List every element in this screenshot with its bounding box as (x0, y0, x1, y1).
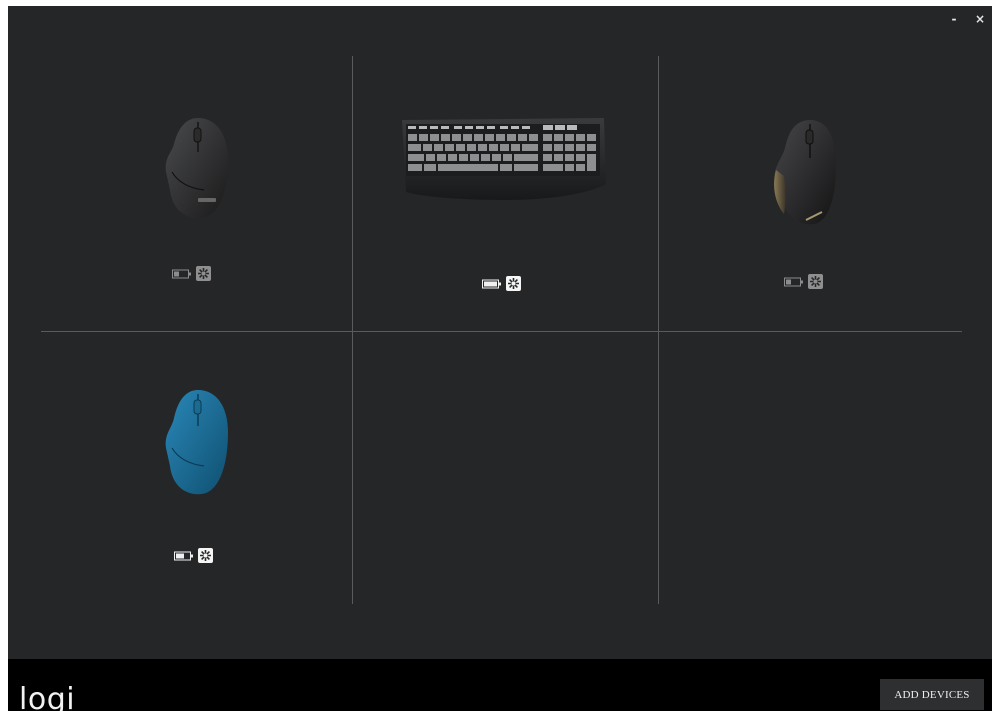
device-tile-keyboard[interactable] (394, 114, 614, 304)
minimize-button[interactable]: - (948, 12, 960, 26)
device-tile-mouse-black[interactable] (148, 106, 248, 296)
grid-divider-v2 (658, 56, 659, 604)
battery-icon (482, 279, 501, 288)
unifying-receiver-icon (506, 276, 521, 291)
unifying-receiver-icon (808, 274, 823, 289)
window-controls: - × (948, 12, 986, 26)
battery-icon (172, 269, 191, 278)
logi-logo: logi (19, 682, 76, 711)
device-tile-mouse-mx-gaming[interactable] (760, 110, 860, 300)
unifying-receiver-icon (196, 266, 211, 281)
close-button[interactable]: × (974, 12, 986, 26)
keyboard-status (482, 276, 521, 291)
grid-divider-h (41, 331, 962, 332)
unifying-receiver-icon (198, 548, 213, 563)
battery-icon (174, 551, 193, 560)
device-tile-mouse-blue[interactable] (148, 382, 248, 572)
keyboard-image (402, 118, 606, 200)
mouse-blue-image (165, 390, 228, 495)
add-devices-button[interactable]: ADD DEVICES (880, 679, 984, 710)
mouse-mx-gaming-status (784, 274, 823, 289)
mouse-black-image (165, 118, 228, 219)
options-window: - × logi ADD DEVICES (8, 6, 992, 711)
footer-bar: logi ADD DEVICES (8, 659, 992, 711)
mouse-blue-status (174, 548, 213, 563)
mouse-mx-gaming-image (774, 120, 836, 225)
battery-icon (784, 277, 803, 286)
mouse-black-status (172, 266, 211, 281)
grid-divider-v1 (352, 56, 353, 604)
